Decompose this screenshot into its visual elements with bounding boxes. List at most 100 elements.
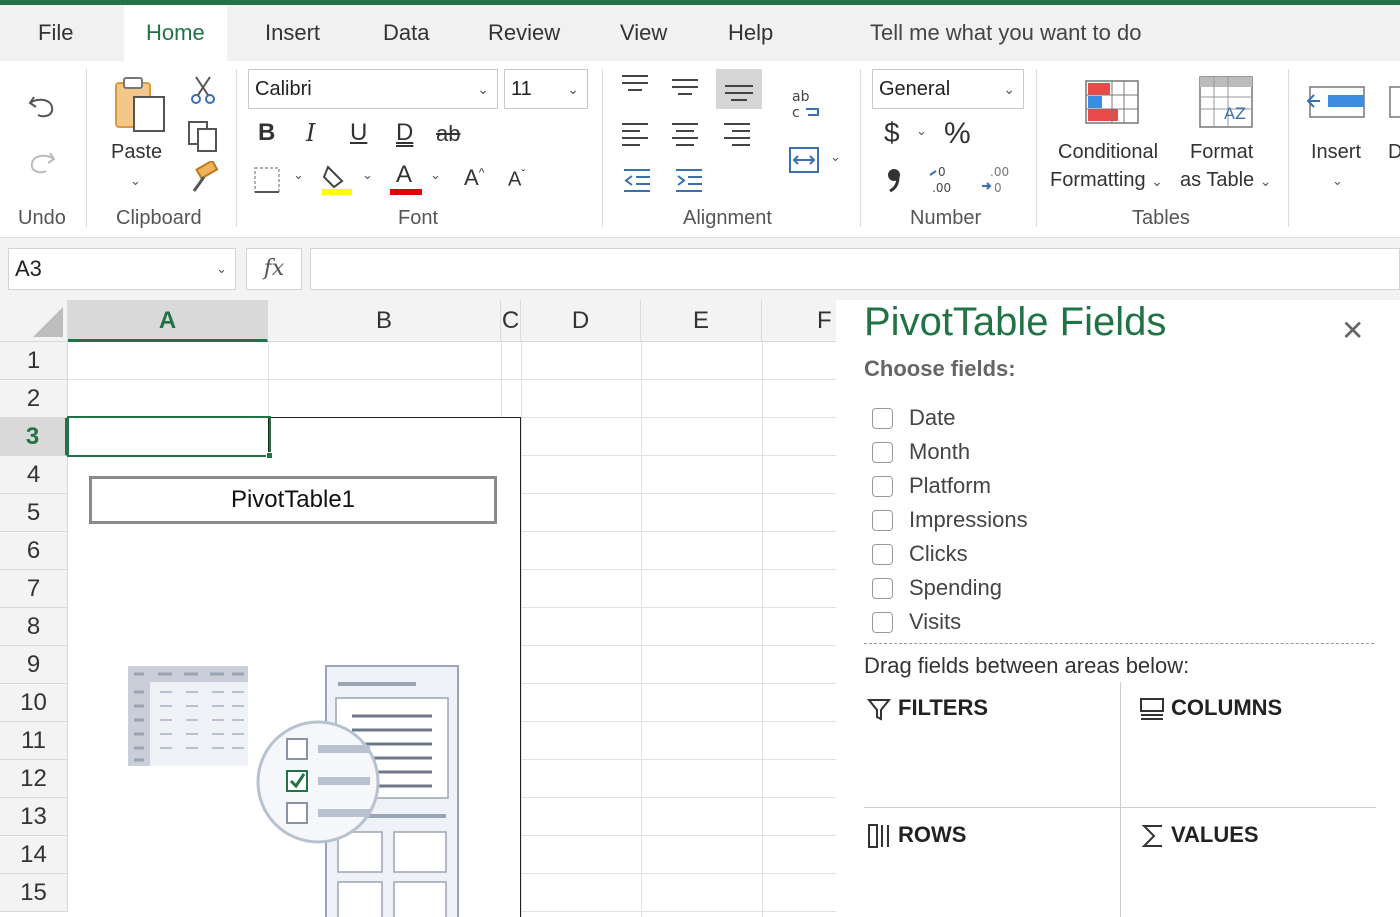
align-right-icon[interactable]	[722, 121, 752, 147]
field-spending[interactable]: Spending	[872, 574, 1002, 604]
field-checkbox[interactable]	[872, 543, 893, 565]
field-visits[interactable]: Visits	[872, 608, 961, 634]
fill-color-icon[interactable]	[320, 161, 354, 197]
insert-cells-icon[interactable]	[1306, 81, 1368, 125]
conditional-formatting-label-2[interactable]: Formatting ⌄	[1050, 169, 1163, 192]
field-clicks[interactable]: Clicks	[872, 540, 968, 570]
paste-icon[interactable]	[112, 75, 168, 135]
chevron-down-icon[interactable]: ⌄	[430, 167, 441, 183]
formula-input[interactable]	[310, 248, 1400, 290]
tab-data[interactable]: Data	[383, 5, 429, 61]
row-header-8[interactable]: 8	[0, 608, 68, 646]
align-left-icon[interactable]	[620, 121, 650, 147]
fill-handle[interactable]	[266, 452, 273, 459]
row-header-12[interactable]: 12	[0, 760, 68, 798]
decrease-indent-icon[interactable]	[622, 167, 652, 193]
column-header-a[interactable]: A	[68, 300, 268, 342]
paste-label[interactable]: Paste	[111, 141, 162, 164]
align-middle-icon[interactable]	[670, 77, 700, 103]
align-bottom-button[interactable]	[716, 69, 762, 109]
column-header-f[interactable]: F	[762, 300, 836, 342]
format-as-table-label-1[interactable]: Format	[1190, 141, 1253, 164]
percent-button[interactable]: %	[944, 117, 971, 151]
active-cell-a3[interactable]	[67, 416, 271, 457]
align-top-icon[interactable]	[620, 73, 650, 99]
insert-cells-label[interactable]: Insert	[1311, 141, 1361, 164]
tab-home[interactable]: Home	[124, 5, 227, 61]
number-format-select[interactable]: General ⌄	[872, 69, 1024, 109]
wrap-text-icon[interactable]: abc	[790, 87, 824, 121]
undo-icon[interactable]	[26, 89, 58, 121]
field-checkbox[interactable]	[872, 611, 893, 633]
format-as-table-icon[interactable]: AZ	[1198, 75, 1254, 131]
chevron-down-icon[interactable]: ⌄	[1332, 173, 1343, 189]
increase-indent-icon[interactable]	[674, 167, 704, 193]
field-checkbox[interactable]	[872, 475, 893, 497]
copy-icon[interactable]	[186, 119, 220, 153]
column-header-e[interactable]: E	[641, 300, 762, 342]
align-center-icon[interactable]	[670, 121, 700, 147]
close-icon[interactable]: ✕	[1341, 314, 1364, 347]
format-painter-icon[interactable]	[186, 161, 220, 195]
row-header-6[interactable]: 6	[0, 532, 68, 570]
row-header-15[interactable]: 15	[0, 874, 68, 912]
row-header-2[interactable]: 2	[0, 380, 68, 418]
increase-font-size-button[interactable]: A^	[464, 165, 484, 191]
double-underline-button[interactable]: D	[396, 119, 413, 147]
field-impressions[interactable]: Impressions	[872, 506, 1028, 536]
column-header-d[interactable]: D	[521, 300, 641, 342]
field-platform[interactable]: Platform	[872, 472, 991, 502]
merge-center-icon[interactable]	[788, 145, 822, 175]
tab-view[interactable]: View	[620, 5, 667, 61]
borders-icon[interactable]	[252, 165, 282, 195]
row-header-9[interactable]: 9	[0, 646, 68, 684]
column-header-c[interactable]: C	[501, 300, 521, 342]
field-checkbox[interactable]	[872, 407, 893, 429]
row-header-4[interactable]: 4	[0, 456, 68, 494]
field-checkbox[interactable]	[872, 509, 893, 531]
cut-icon[interactable]	[188, 75, 218, 105]
chevron-down-icon[interactable]: ⌄	[916, 123, 927, 139]
font-name-select[interactable]: Calibri ⌄	[248, 69, 498, 109]
format-as-table-label-2[interactable]: as Table ⌄	[1180, 169, 1271, 192]
column-header-b[interactable]: B	[268, 300, 501, 342]
chevron-down-icon[interactable]: ⌄	[130, 173, 141, 189]
comma-style-icon[interactable]	[882, 165, 906, 195]
tell-me-search[interactable]: Tell me what you want to do	[870, 5, 1141, 61]
row-header-5[interactable]: 5	[0, 494, 68, 532]
underline-button[interactable]: U	[350, 119, 367, 147]
italic-button[interactable]: I	[306, 119, 315, 147]
decrease-decimal-icon[interactable]: .000	[980, 165, 1014, 195]
row-header-14[interactable]: 14	[0, 836, 68, 874]
field-date[interactable]: Date	[872, 404, 955, 434]
row-header-1[interactable]: 1	[0, 342, 68, 380]
redo-icon[interactable]	[26, 145, 58, 177]
row-header-3[interactable]: 3	[0, 418, 68, 456]
decrease-font-size-button[interactable]: Aˇ	[508, 167, 525, 192]
delete-cells-label[interactable]: D	[1388, 141, 1400, 164]
tab-help[interactable]: Help	[728, 5, 773, 61]
chevron-down-icon[interactable]: ⌄	[293, 167, 304, 183]
chevron-down-icon[interactable]: ⌄	[830, 149, 841, 165]
name-box[interactable]: A3 ⌄	[8, 248, 236, 290]
insert-function-button[interactable]: fx	[246, 248, 302, 290]
chevron-down-icon[interactable]: ⌄	[362, 167, 373, 183]
field-month[interactable]: Month	[872, 438, 970, 468]
tab-file[interactable]: File	[38, 5, 73, 61]
select-all-button[interactable]	[0, 300, 68, 342]
row-header-7[interactable]: 7	[0, 570, 68, 608]
row-header-13[interactable]: 13	[0, 798, 68, 836]
conditional-formatting-icon[interactable]	[1084, 79, 1140, 125]
row-header-10[interactable]: 10	[0, 684, 68, 722]
currency-button[interactable]: $	[884, 117, 900, 149]
field-checkbox[interactable]	[872, 577, 893, 599]
delete-cells-icon[interactable]	[1388, 81, 1400, 125]
tab-insert[interactable]: Insert	[265, 5, 320, 61]
row-header-11[interactable]: 11	[0, 722, 68, 760]
increase-decimal-icon[interactable]: 0.00	[928, 165, 962, 195]
font-size-select[interactable]: 11 ⌄	[504, 69, 588, 109]
field-checkbox[interactable]	[872, 441, 893, 463]
conditional-formatting-label-1[interactable]: Conditional	[1058, 141, 1158, 164]
font-color-button[interactable]: A	[396, 161, 412, 189]
bold-button[interactable]: B	[258, 119, 275, 147]
